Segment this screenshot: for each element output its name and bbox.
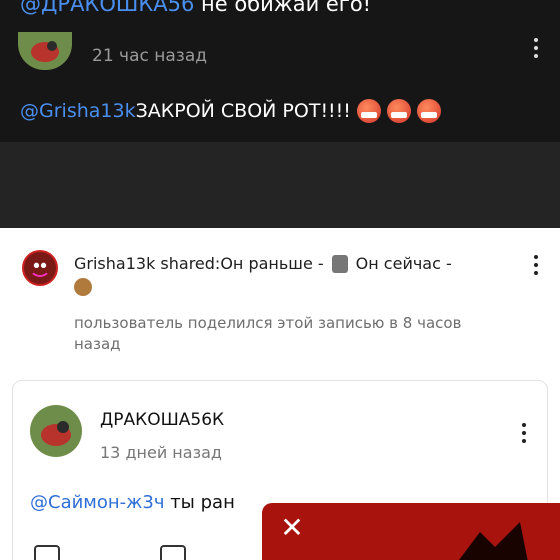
more-options-icon[interactable] — [528, 38, 544, 58]
card-user-avatar[interactable] — [30, 405, 82, 457]
shared-avatar-image — [24, 252, 56, 284]
statue-icon — [331, 254, 348, 273]
top-comment-body: не обижай его! — [194, 0, 372, 16]
dislike-icon[interactable] — [160, 545, 186, 560]
shared-meta-text: пользователь поделился этой записью в 8 … — [74, 314, 462, 353]
card-body: ты ран — [164, 492, 235, 513]
shared-now-text: Он сейчас - — [355, 254, 452, 273]
card-bird-avatar-image — [30, 405, 82, 457]
divider-band — [0, 142, 560, 228]
card-username[interactable]: ДРАКОША56К — [100, 410, 224, 430]
like-icon[interactable] — [34, 545, 60, 560]
top-comment-mention[interactable]: @ДРАКОШКА56 — [20, 0, 194, 16]
shared-user-avatar[interactable] — [22, 250, 58, 286]
card-timestamp: 13 дней назад — [100, 443, 222, 462]
overlay-graphic-icon — [459, 522, 528, 560]
reply-timestamp: 21 час назад — [92, 46, 207, 66]
reply-mention[interactable]: @Grisha13k — [20, 100, 136, 122]
reply-body: ЗАКРОЙ СВОЙ РОТ!!!! — [135, 100, 351, 122]
monkey-icon — [74, 278, 92, 296]
shared-before-text: Он раньше - — [220, 254, 324, 273]
shared-second-line — [74, 278, 92, 300]
card-mention[interactable]: @Саймон-ж3ч — [30, 492, 164, 513]
reply-text: @Grisha13k ЗАКРОЙ СВОЙ РОТ!!!! — [20, 99, 441, 123]
angry-face-emoji-icon — [386, 99, 411, 123]
shared-user-prefix[interactable]: Grisha13k shared: — [74, 254, 220, 273]
more-options-icon[interactable] — [516, 423, 532, 443]
top-comment-text: @ДРАКОШКА56 не обижай его! — [20, 0, 371, 16]
angry-face-emoji-icon — [356, 99, 381, 123]
card-comment-text: @Саймон-ж3ч ты ран — [30, 492, 235, 513]
shared-title: Grisha13k shared: Он раньше - Он сейчас … — [74, 254, 452, 273]
close-icon[interactable]: ✕ — [278, 514, 306, 542]
angry-face-emoji-icon — [416, 99, 441, 123]
more-options-icon[interactable] — [528, 255, 544, 275]
